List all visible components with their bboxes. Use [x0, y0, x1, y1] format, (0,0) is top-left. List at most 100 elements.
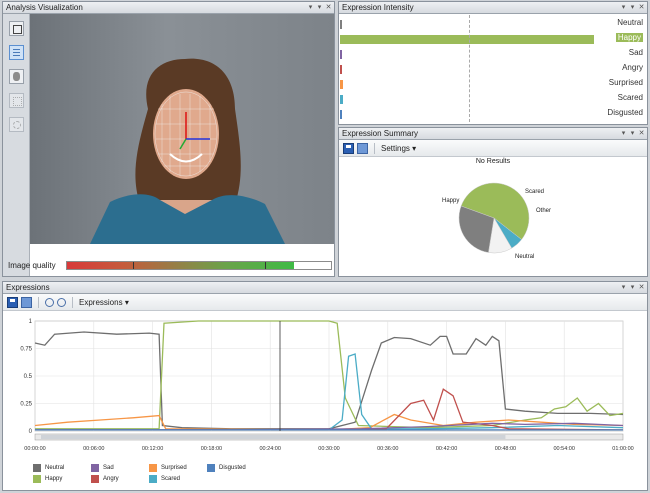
x-tick-label: 01:00:00 — [612, 446, 633, 452]
analysis-visualization-titlebar: Analysis Visualization ▾ ▾ ✕ — [3, 2, 334, 14]
save-as-icon[interactable] — [357, 142, 368, 154]
pin-button[interactable]: ▾ — [620, 2, 627, 13]
separator — [72, 296, 73, 308]
panel-title: Expressions — [6, 283, 50, 292]
frame-view-button[interactable] — [9, 21, 24, 36]
quality-marker — [265, 262, 266, 269]
zoom-out-icon[interactable] — [57, 297, 66, 307]
intensity-bar — [340, 20, 342, 29]
settings-menu[interactable]: Settings ▾ — [381, 144, 416, 153]
legend-item-angry: Angry — [91, 475, 119, 483]
close-button[interactable]: ✕ — [638, 128, 645, 139]
close-button[interactable]: ✕ — [325, 2, 332, 13]
dropdown-button[interactable]: ▾ — [316, 2, 323, 13]
legend-item-happy: Happy — [33, 475, 62, 483]
y-tick-label: 0.25 — [20, 402, 32, 408]
analysis-visualization-panel: Analysis Visualization ▾ ▾ ✕ Image quali… — [2, 1, 335, 277]
intensity-label: Sad — [628, 48, 643, 57]
legend-label: Happy — [45, 476, 63, 482]
expressions-menu-label: Expressions — [79, 297, 123, 307]
intensity-bar — [340, 50, 342, 59]
x-tick-label: 00:18:00 — [201, 446, 222, 452]
intensity-list: Neutral Happy Sad Angry Surprised Scared Disgu… — [339, 16, 647, 124]
legend-label: Neutral — [45, 465, 65, 471]
intensity-label: Happy — [615, 33, 643, 42]
intensity-bar — [340, 110, 342, 119]
x-tick-label: 00:42:00 — [436, 446, 457, 452]
view-sidebar — [3, 14, 30, 276]
pie-label-neutral: Neutral — [515, 254, 535, 260]
save-icon[interactable] — [7, 296, 18, 308]
y-tick-label: 0.75 — [20, 347, 32, 353]
x-tick-label: 00:00:00 — [24, 446, 45, 452]
intensity-row-scared: Scared — [339, 91, 647, 106]
legend-item-neutral: Neutral — [33, 464, 64, 472]
landmark-view-button[interactable] — [9, 93, 24, 108]
intensity-label: Surprised — [608, 78, 643, 87]
gear-icon — [13, 121, 21, 129]
mesh-view-button[interactable] — [9, 45, 24, 60]
pin-button[interactable]: ▾ — [620, 128, 627, 139]
pin-button[interactable]: ▾ — [620, 282, 627, 293]
scrollbar-thumb — [41, 435, 506, 439]
intensity-bar — [340, 95, 343, 104]
legend-swatch — [149, 464, 157, 472]
image-quality-row: Image quality — [8, 258, 334, 274]
intensity-label: Scared — [617, 93, 643, 102]
summary-toolbar: Settings ▾ — [339, 140, 647, 157]
zoom-in-icon[interactable] — [45, 297, 54, 307]
settings-menu-label: Settings — [381, 143, 410, 153]
legend-label: Scared — [161, 476, 181, 482]
legend-swatch — [33, 475, 41, 483]
y-tick-label: 0 — [29, 429, 33, 435]
midline — [469, 15, 470, 122]
settings-view-button[interactable] — [9, 117, 24, 132]
dropdown-button[interactable]: ▾ — [629, 282, 636, 293]
close-button[interactable]: ✕ — [638, 2, 645, 13]
pin-button[interactable]: ▾ — [307, 2, 314, 13]
y-tick-label: 1 — [29, 319, 33, 325]
legend-item-disgusted: Disgusted — [207, 464, 246, 472]
panel-title: Analysis Visualization — [6, 3, 83, 12]
dropdown-button[interactable]: ▾ — [629, 2, 636, 13]
intensity-label: Angry — [622, 63, 643, 72]
face-view-button[interactable] — [9, 69, 24, 84]
legend-label: Sad — [103, 465, 114, 471]
summary-pie-chart — [458, 182, 530, 254]
expressions-titlebar: Expressions ▾ ▾ ✕ — [3, 282, 647, 294]
no-results-text: No Results — [475, 158, 511, 165]
y-tick-label: 0.5 — [24, 374, 33, 380]
expression-summary-panel: Expression Summary ▾ ▾ ✕ Settings ▾ No R… — [338, 127, 648, 277]
legend-swatch — [91, 464, 99, 472]
expressions-menu[interactable]: Expressions ▾ — [79, 298, 129, 307]
intensity-bar — [340, 65, 342, 74]
close-button[interactable]: ✕ — [638, 282, 645, 293]
legend-label: Angry — [103, 476, 119, 482]
legend-item-sad: Sad — [91, 464, 114, 472]
expressions-panel: Expressions ▾ ▾ ✕ Expressions ▾ 0 0.25 0.5… — [2, 281, 648, 491]
intensity-row-neutral: Neutral — [339, 16, 647, 31]
expressions-toolbar: Expressions ▾ — [3, 294, 647, 311]
intensity-row-sad: Sad — [339, 46, 647, 61]
chevron-down-icon: ▾ — [412, 143, 417, 153]
legend-swatch — [149, 475, 157, 483]
intensity-label: Neutral — [617, 18, 643, 27]
x-tick-label: 00:48:00 — [495, 446, 516, 452]
pie-label-other: Other — [536, 208, 552, 214]
save-as-icon[interactable] — [21, 296, 32, 308]
intensity-row-disgusted: Disgusted — [339, 106, 647, 121]
separator — [374, 142, 375, 154]
dropdown-button[interactable]: ▾ — [629, 128, 636, 139]
save-icon[interactable] — [343, 142, 354, 154]
image-quality-bar — [66, 261, 332, 270]
expression-summary-titlebar: Expression Summary ▾ ▾ ✕ — [339, 128, 647, 140]
x-tick-label: 00:12:00 — [142, 446, 163, 452]
intensity-label: Disgusted — [607, 108, 643, 117]
chevron-down-icon: ▾ — [124, 297, 129, 307]
subject-face-image — [90, 58, 285, 244]
legend-label: Disgusted — [219, 465, 246, 471]
separator — [38, 296, 39, 308]
intensity-bar — [340, 80, 343, 89]
quality-marker — [133, 262, 134, 269]
x-tick-label: 00:36:00 — [377, 446, 398, 452]
